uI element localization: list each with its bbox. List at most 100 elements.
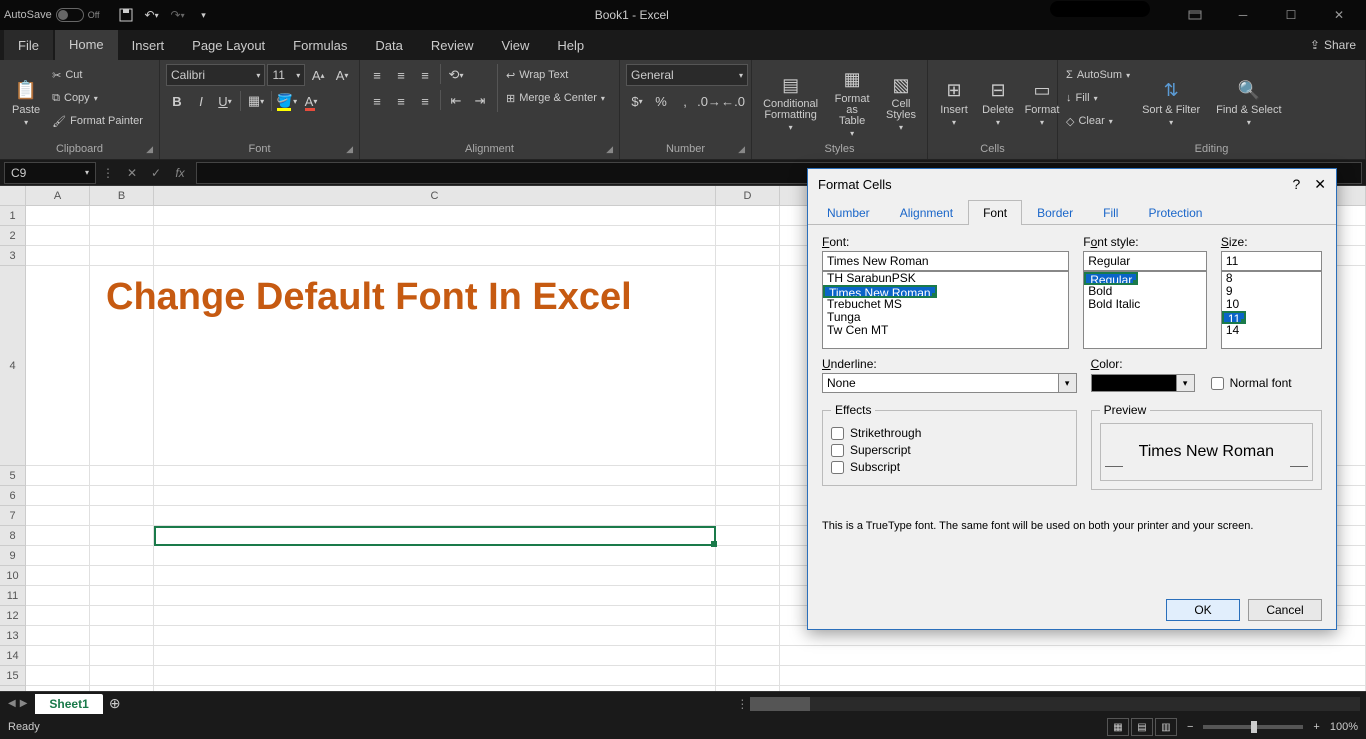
dialog-tab-number[interactable]: Number [812, 200, 885, 225]
select-all-corner[interactable] [0, 186, 26, 206]
fx-icon[interactable]: fx [168, 162, 192, 184]
dialog-tab-fill[interactable]: Fill [1088, 200, 1133, 225]
list-item[interactable]: Tunga [823, 311, 1068, 324]
tab-review[interactable]: Review [417, 30, 488, 60]
zoom-out-icon[interactable]: − [1187, 721, 1193, 733]
format-painter-button[interactable]: 🖌Format Painter [50, 110, 145, 132]
insert-cells-button[interactable]: ⊞Insert▾ [934, 64, 974, 141]
merge-center-button[interactable]: ⊞Merge & Center▾ [504, 87, 607, 109]
color-combo[interactable]: ▾ [1091, 374, 1201, 392]
col-header[interactable]: A [26, 186, 90, 206]
fill-button[interactable]: ↓Fill▾ [1064, 87, 1132, 109]
strikethrough-checkbox[interactable]: Strikethrough [831, 426, 1068, 440]
row-header[interactable]: 16 [0, 686, 26, 691]
list-item[interactable]: Tw Cen MT [823, 324, 1068, 337]
col-header[interactable]: D [716, 186, 780, 206]
superscript-checkbox[interactable]: Superscript [831, 443, 1068, 457]
ribbon-display-icon[interactable] [1172, 1, 1218, 29]
list-item[interactable]: Bold [1084, 285, 1206, 298]
dialog-launcher-icon[interactable]: ◢ [738, 144, 745, 155]
list-item[interactable]: TH SarabunPSK [823, 272, 1068, 285]
sheet-tab[interactable]: Sheet1 [35, 694, 102, 714]
font-color-icon[interactable]: A▾ [300, 90, 322, 112]
list-item[interactable]: 10 [1222, 298, 1321, 311]
page-break-icon[interactable]: ▥ [1155, 718, 1177, 736]
font-style-input[interactable] [1083, 251, 1207, 271]
col-header[interactable]: C [154, 186, 716, 206]
font-input[interactable] [822, 251, 1069, 271]
list-item[interactable]: Trebuchet MS [823, 298, 1068, 311]
page-layout-icon[interactable]: ▤ [1131, 718, 1153, 736]
name-box[interactable]: C9▾ [4, 162, 96, 184]
row-header[interactable]: 6 [0, 486, 26, 506]
inc-decimal-icon[interactable]: .0→ [698, 90, 720, 112]
wrap-text-button[interactable]: ↩Wrap Text [504, 64, 607, 86]
dialog-tab-border[interactable]: Border [1022, 200, 1088, 225]
subscript-checkbox[interactable]: Subscript [831, 460, 1068, 474]
dialog-tab-font[interactable]: Font [968, 200, 1022, 225]
orientation-icon[interactable]: ⟲▾ [445, 64, 467, 86]
tab-formulas[interactable]: Formulas [279, 30, 361, 60]
autosave-toggle[interactable]: AutoSave Off [4, 8, 100, 22]
grow-font-icon[interactable]: A▴ [307, 64, 329, 86]
dialog-close-icon[interactable]: ✕ [1314, 176, 1326, 193]
shrink-font-icon[interactable]: A▾ [331, 64, 353, 86]
copy-button[interactable]: ⧉Copy▾ [50, 87, 145, 109]
list-item[interactable]: 14 [1222, 324, 1321, 337]
dialog-launcher-icon[interactable]: ◢ [146, 144, 153, 155]
chevron-down-icon[interactable]: ▾ [1059, 373, 1077, 393]
close-icon[interactable]: ✕ [1316, 1, 1362, 29]
cut-button[interactable]: ✂Cut [50, 64, 145, 86]
align-center-icon[interactable]: ≡ [390, 90, 412, 112]
row-header[interactable]: 3 [0, 246, 26, 266]
align-top-icon[interactable]: ≡ [366, 64, 388, 86]
clear-button[interactable]: ◇Clear▾ [1064, 110, 1132, 132]
undo-icon[interactable]: ↶▾ [142, 5, 162, 25]
row-header[interactable]: 15 [0, 666, 26, 686]
align-left-icon[interactable]: ≡ [366, 90, 388, 112]
row-header[interactable]: 13 [0, 626, 26, 646]
cancel-button[interactable]: Cancel [1248, 599, 1322, 621]
row-header[interactable]: 5 [0, 466, 26, 486]
share-button[interactable]: ⇪ Share [1300, 30, 1366, 60]
row-header[interactable]: 9 [0, 546, 26, 566]
font-listbox[interactable]: TH SarabunPSKTimes New RomanTraditional … [822, 271, 1069, 349]
zoom-in-icon[interactable]: + [1313, 721, 1319, 733]
tab-insert[interactable]: Insert [118, 30, 179, 60]
dialog-launcher-icon[interactable]: ◢ [606, 144, 613, 155]
sheet-next-icon[interactable]: ▶ [20, 698, 28, 709]
fill-color-icon[interactable]: 🪣▾ [276, 90, 298, 112]
save-icon[interactable] [116, 5, 136, 25]
chevron-down-icon[interactable]: ▾ [1177, 374, 1195, 392]
comma-icon[interactable]: , [674, 90, 696, 112]
size-listbox[interactable]: 8910111214 [1221, 271, 1322, 349]
cell-styles-button[interactable]: ▧Cell Styles▾ [881, 64, 921, 141]
list-item[interactable]: 8 [1222, 272, 1321, 285]
list-item[interactable]: 12 [1222, 311, 1321, 324]
add-sheet-icon[interactable]: ⊕ [103, 695, 127, 712]
row-header[interactable]: 7 [0, 506, 26, 526]
ok-button[interactable]: OK [1166, 599, 1240, 621]
italic-icon[interactable]: I [190, 90, 212, 112]
expand-namebox-icon[interactable]: ⋮ [96, 162, 120, 184]
number-format-combo[interactable]: General▾ [626, 64, 748, 86]
tab-help[interactable]: Help [543, 30, 598, 60]
autosum-button[interactable]: ΣAutoSum▾ [1064, 64, 1132, 86]
row-header[interactable]: 1 [0, 206, 26, 226]
list-item[interactable]: Traditional Arabic [823, 285, 1068, 298]
row-header[interactable]: 14 [0, 646, 26, 666]
format-table-button[interactable]: ▦Format as Table▾ [827, 64, 877, 141]
borders-icon[interactable]: ▦▾ [245, 90, 267, 112]
currency-icon[interactable]: $▾ [626, 90, 648, 112]
delete-cells-button[interactable]: ⊟Delete▾ [978, 64, 1018, 141]
normal-view-icon[interactable]: ▦ [1107, 718, 1129, 736]
tab-page-layout[interactable]: Page Layout [178, 30, 279, 60]
row-header[interactable]: 8 [0, 526, 26, 546]
find-select-button[interactable]: 🔍Find & Select▾ [1210, 64, 1287, 141]
format-cells-button[interactable]: ▭Format▾ [1022, 64, 1062, 141]
font-style-listbox[interactable]: RegularItalicBoldBold Italic [1083, 271, 1207, 349]
font-name-combo[interactable]: Calibri▾ [166, 64, 265, 86]
conditional-formatting-button[interactable]: ▤Conditional Formatting▾ [758, 64, 823, 141]
paste-button[interactable]: 📋 Paste ▾ [6, 64, 46, 141]
indent-inc-icon[interactable]: ⇥ [469, 90, 491, 112]
